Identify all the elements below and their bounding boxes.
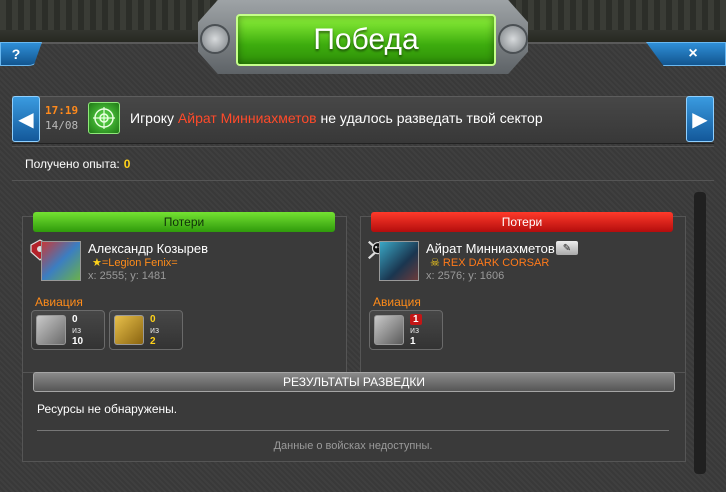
- next-message-button[interactable]: ▶: [686, 96, 714, 142]
- edit-icon[interactable]: ✎: [556, 241, 578, 255]
- unit-lost: 0: [150, 314, 156, 325]
- unit-lost-badge: 1: [410, 314, 422, 325]
- troops-status: Данные о войсках недоступны.: [273, 440, 433, 452]
- window-title: Победа: [236, 14, 496, 66]
- scrollbar[interactable]: [694, 192, 706, 474]
- attacker-clan-name: =Legion Fenix=: [101, 257, 178, 269]
- unit-of: из: [410, 325, 420, 335]
- defender-name[interactable]: Айрат Минниахметов: [426, 241, 555, 256]
- unit-total: 2: [150, 336, 156, 347]
- attacker-clan[interactable]: ★=Legion Fenix=: [92, 256, 178, 269]
- divider: [12, 180, 714, 181]
- unit-lost: 1: [410, 314, 422, 325]
- divider: [37, 430, 669, 431]
- aircraft-icon: [374, 315, 404, 345]
- attacker-unit-card[interactable]: 0 из 2: [109, 310, 183, 350]
- close-icon: ×: [688, 45, 698, 62]
- defender-category: Авиация: [373, 295, 421, 309]
- defender-clan-name: REX DARK CORSAR: [442, 257, 550, 269]
- bolt-icon: [200, 24, 230, 54]
- experience-row: Получено опыта: 0: [25, 157, 130, 171]
- attacker-losses-header: Потери: [33, 212, 335, 232]
- defender-avatar[interactable]: [379, 241, 419, 281]
- divider: [12, 146, 714, 147]
- attacker-unit-card[interactable]: 0 из 10: [31, 310, 105, 350]
- message-date: 14/08: [45, 119, 79, 132]
- experience-label: Получено опыта:: [25, 157, 120, 171]
- attacker-coords: x: 2555; y: 1481: [88, 270, 167, 282]
- unit-lost: 0: [72, 314, 78, 325]
- message-suffix: не удалось разведать твой сектор: [316, 110, 543, 126]
- attacker-category: Авиация: [35, 295, 83, 309]
- arrow-right-icon: ▶: [692, 108, 708, 131]
- help-label: ?: [11, 46, 21, 62]
- defender-unit-card[interactable]: 1 из 1: [369, 310, 443, 350]
- unit-of: из: [150, 325, 160, 335]
- attacker-name[interactable]: Александр Козырев: [88, 241, 208, 256]
- defender-losses-header: Потери: [371, 212, 673, 232]
- prev-message-button[interactable]: ◀: [12, 96, 40, 142]
- attacker-avatar[interactable]: [41, 241, 81, 281]
- recon-results-header: РЕЗУЛЬТАТЫ РАЗВЕДКИ: [33, 372, 675, 392]
- aircraft-icon: [36, 315, 66, 345]
- defender-coords: x: 2576; y: 1606: [426, 270, 505, 282]
- unit-total: 10: [72, 336, 84, 347]
- radar-icon: [88, 102, 120, 134]
- resources-status: Ресурсы не обнаружены.: [37, 402, 178, 416]
- arrow-left-icon: ◀: [18, 108, 34, 131]
- bolt-icon: [498, 24, 528, 54]
- message-text: Игроку Айрат Минниахметов не удалось раз…: [130, 110, 543, 126]
- aircraft-icon: [114, 315, 144, 345]
- defender-clan[interactable]: ☠ REX DARK CORSAR: [430, 256, 549, 269]
- unit-of: из: [72, 325, 82, 335]
- star-icon: ★: [92, 257, 102, 269]
- unit-total: 1: [410, 336, 416, 347]
- message-time: 17:19: [45, 104, 79, 117]
- skull-icon: ☠: [430, 257, 443, 269]
- message-prefix: Игроку: [130, 110, 178, 126]
- message-player-link[interactable]: Айрат Минниахметов: [178, 110, 317, 126]
- experience-value: 0: [123, 157, 131, 171]
